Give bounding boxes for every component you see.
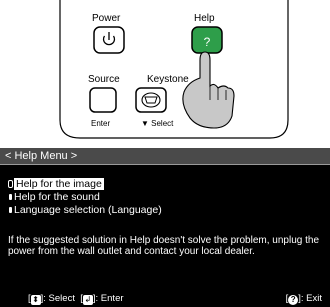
menu-item-label: Help for the image [14, 177, 104, 190]
menu-item-list: Help for the image Help for the sound La… [8, 177, 162, 216]
menu-footer: [⬍]: Select [↲]: Enter [?]: Exit [0, 290, 330, 307]
help-description-text: If the suggested solution in Help doesn'… [8, 235, 320, 257]
enter-key-icon: ↲ [82, 295, 93, 305]
power-label: Power [92, 13, 121, 24]
source-enter-button[interactable] [89, 87, 117, 113]
footer-select-text: : Select [43, 293, 75, 304]
keystone-icon [141, 92, 161, 108]
menu-header: < Help Menu > [0, 148, 330, 165]
menu-title: < Help Menu > [5, 150, 78, 162]
footer-hints: [⬍]: Select [↲]: Enter [28, 293, 124, 305]
menu-item-label: Language selection (Language) [14, 203, 162, 216]
menu-item-label: Help for the sound [14, 190, 100, 203]
help-key-icon: ? [288, 295, 299, 305]
remote-control-illustration: ? Power Help Source Keystone Enter ▼ Sel… [0, 0, 330, 145]
select-label: ▼ Select [141, 119, 174, 128]
source-label: Source [88, 74, 120, 85]
help-menu-display: < Help Menu > Help for the image Help fo… [0, 148, 330, 307]
footer-exit-hint: [?]: Exit [285, 293, 322, 305]
help-question-icon: ? [204, 35, 211, 49]
up-down-arrow-icon: ⬍ [30, 295, 41, 305]
enter-label: Enter [91, 119, 111, 128]
selection-marker-icon [8, 205, 13, 214]
footer-enter-text: : Enter [95, 293, 124, 304]
keystone-label: Keystone [147, 74, 189, 85]
menu-item-language-selection[interactable]: Language selection (Language) [8, 203, 162, 216]
menu-item-image-help[interactable]: Help for the image [8, 177, 162, 190]
footer-exit-text: : Exit [300, 293, 322, 304]
selection-marker-icon [8, 179, 13, 188]
selection-marker-icon [8, 192, 13, 201]
menu-item-sound-help[interactable]: Help for the sound [8, 190, 162, 203]
help-label: Help [194, 13, 215, 24]
